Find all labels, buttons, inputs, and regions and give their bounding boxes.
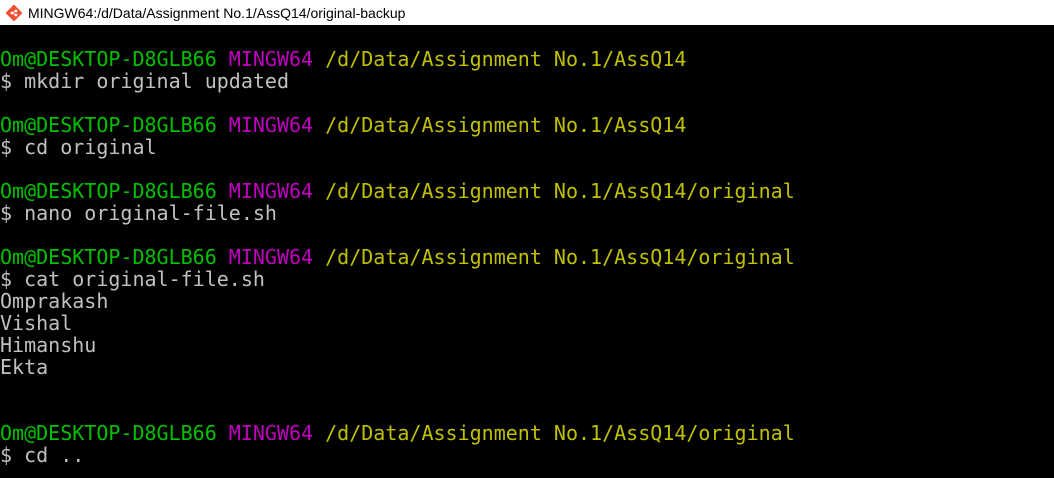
output-line: Himanshu xyxy=(0,333,97,357)
prompt-line: Om@DESKTOP-D8GLB66 MINGW64 /d/Data/Assig… xyxy=(0,48,1054,70)
prompt-path: /d/Data/Assignment No.1/AssQ14/original xyxy=(325,245,795,269)
prompt-path: /d/Data/Assignment No.1/AssQ14/original xyxy=(325,179,795,203)
command-line: $ cat original-file.sh xyxy=(0,267,265,291)
prompt-line: Om@DESKTOP-D8GLB66 MINGW64 /d/Data/Assig… xyxy=(0,246,1054,268)
git-bash-icon xyxy=(6,4,22,21)
window-titlebar[interactable]: MINGW64:/d/Data/Assignment No.1/AssQ14/o… xyxy=(0,0,1054,25)
prompt-msystem: MINGW64 xyxy=(228,48,314,71)
prompt-user-host: Om@DESKTOP-D8GLB66 xyxy=(0,113,217,137)
output-line: Ekta xyxy=(0,355,49,379)
prompt-user-host: Om@DESKTOP-D8GLB66 xyxy=(0,48,217,71)
command-line: $ nano original-file.sh xyxy=(0,201,277,225)
command-line: $ cd original xyxy=(0,135,157,159)
window-title: MINGW64:/d/Data/Assignment No.1/AssQ14/o… xyxy=(28,4,406,21)
output-line: Omprakash xyxy=(0,289,109,313)
command-line: $ cd .. xyxy=(0,443,85,467)
prompt-line: Om@DESKTOP-D8GLB66 MINGW64 /d/Data/Assig… xyxy=(0,114,1054,136)
terminal-output[interactable]: Om@DESKTOP-D8GLB66 MINGW64 /d/Data/Assig… xyxy=(0,48,1054,478)
prompt-msystem: MINGW64 xyxy=(228,179,314,203)
prompt-line: Om@DESKTOP-D8GLB66 MINGW64 /d/Data/Assig… xyxy=(0,180,1054,202)
prompt-path: /d/Data/Assignment No.1/AssQ14/original xyxy=(325,421,795,445)
command-line: $ mkdir original updated xyxy=(0,69,289,93)
output-line: Vishal xyxy=(0,311,73,335)
prompt-msystem: MINGW64 xyxy=(228,113,314,137)
prompt-msystem: MINGW64 xyxy=(228,245,314,269)
prompt-user-host: Om@DESKTOP-D8GLB66 xyxy=(0,421,217,445)
prompt-user-host: Om@DESKTOP-D8GLB66 xyxy=(0,179,217,203)
prompt-user-host: Om@DESKTOP-D8GLB66 xyxy=(0,245,217,269)
prompt-msystem: MINGW64 xyxy=(228,421,314,445)
prompt-path: /d/Data/Assignment No.1/AssQ14 xyxy=(325,48,687,71)
prompt-path: /d/Data/Assignment No.1/AssQ14 xyxy=(325,113,687,137)
prompt-line: Om@DESKTOP-D8GLB66 MINGW64 /d/Data/Assig… xyxy=(0,422,1054,444)
